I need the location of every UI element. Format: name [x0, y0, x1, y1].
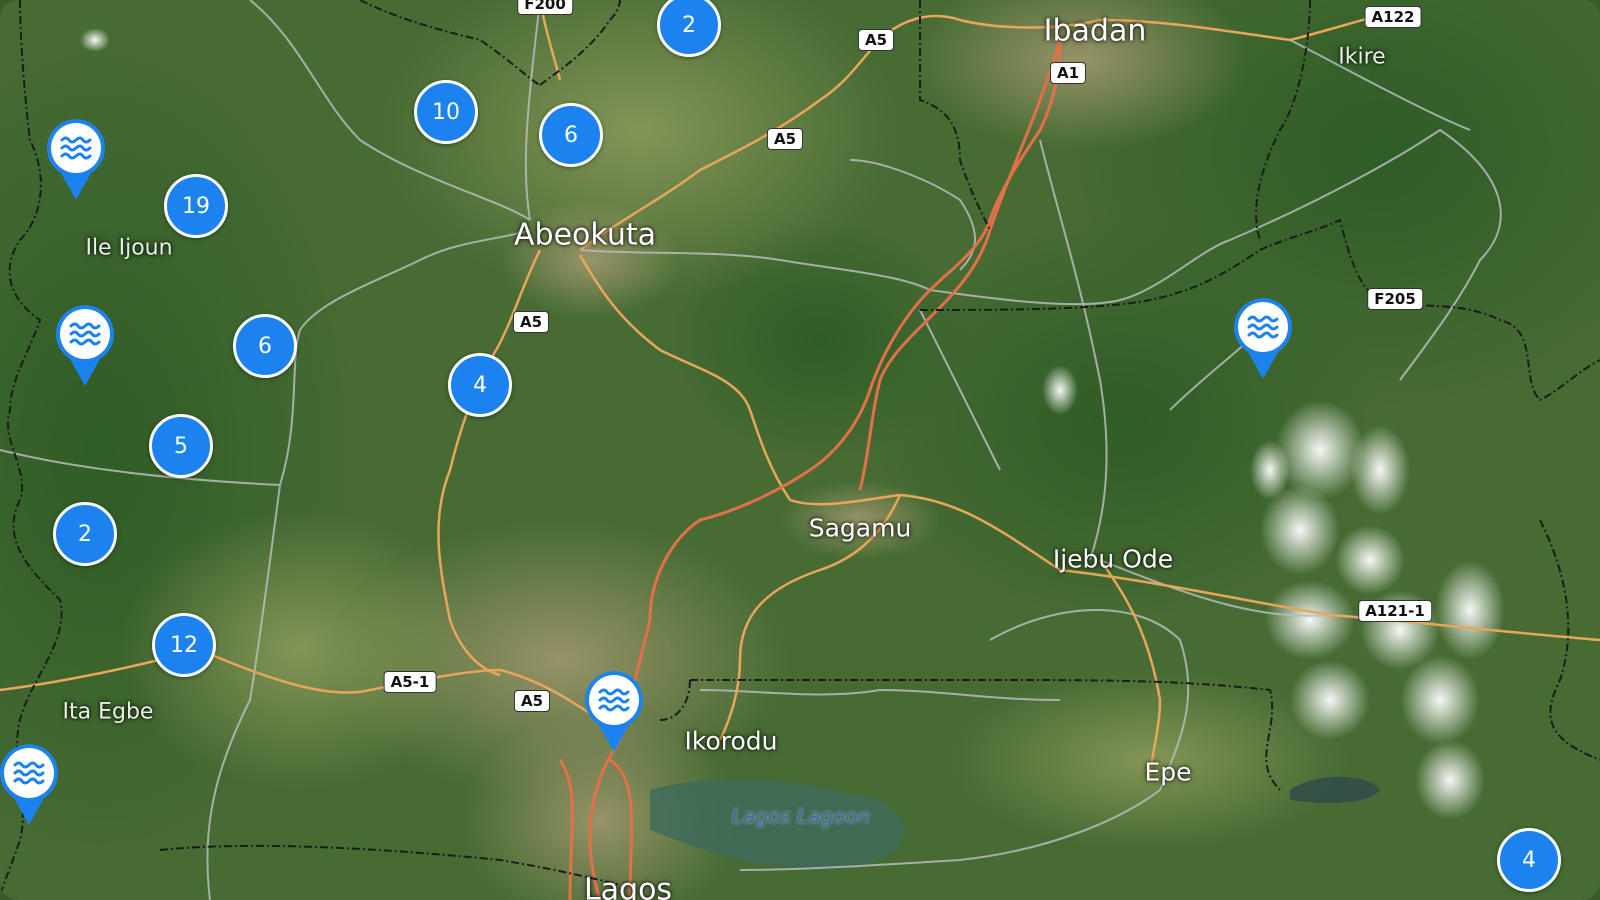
water-location-pin[interactable]	[1232, 296, 1294, 382]
water-waves-icon	[1234, 298, 1292, 379]
city-label-ita-egbe: Ita Egbe	[62, 699, 154, 725]
city-label-ile-ijoun: Ile Ijoun	[85, 235, 173, 261]
city-label-ijebu-ode: Ijebu Ode	[1052, 544, 1174, 574]
road-shield-a5: A5	[512, 311, 550, 333]
road-shield-a5-1: A5-1	[383, 671, 437, 693]
city-label-ikorodu: Ikorodu	[684, 726, 778, 756]
cluster-marker[interactable]: 6	[539, 103, 603, 167]
city-label-ibadan: Ibadan	[1043, 13, 1147, 49]
city-label-sagamu: Sagamu	[808, 513, 912, 543]
road-shield-a1: A1	[1049, 62, 1087, 84]
road-shield-a5: A5	[857, 29, 895, 51]
cluster-marker[interactable]: 2	[53, 502, 117, 566]
city-label-abeokuta: Abeokuta	[514, 217, 656, 253]
road-shield-a121-1: A121-1	[1358, 600, 1432, 622]
water-waves-icon	[585, 671, 643, 752]
road-shield-f205: F205	[1367, 288, 1423, 310]
road-shield-f200: F200	[517, 0, 573, 15]
road-shield-a5: A5	[513, 690, 551, 712]
water-waves-icon	[0, 744, 59, 825]
water-location-pin[interactable]	[45, 117, 107, 203]
city-label-ikire: Ikire	[1338, 44, 1386, 70]
cluster-marker[interactable]: 10	[414, 80, 478, 144]
cluster-marker[interactable]: 5	[149, 414, 213, 478]
cluster-marker[interactable]: 19	[164, 174, 228, 238]
city-label-lagos: Lagos	[583, 872, 673, 900]
water-location-pin[interactable]	[0, 742, 60, 828]
cluster-marker[interactable]: 12	[152, 613, 216, 677]
road-shield-a122: A122	[1364, 6, 1422, 28]
water-label-lagos-lagoon: Lagos Lagoon	[731, 804, 871, 828]
city-label-epe: Epe	[1144, 757, 1192, 787]
cluster-marker[interactable]: 4	[448, 353, 512, 417]
water-location-pin[interactable]	[583, 669, 645, 755]
water-waves-icon	[56, 305, 114, 386]
cluster-marker[interactable]: 6	[233, 314, 297, 378]
cluster-marker[interactable]: 4	[1497, 828, 1561, 892]
map-view[interactable]: Ibadan Abeokuta Sagamu Ijebu Ode Ikorodu…	[0, 0, 1600, 900]
road-shield-a5: A5	[766, 128, 804, 150]
water-location-pin[interactable]	[54, 303, 116, 389]
water-waves-icon	[47, 119, 105, 200]
